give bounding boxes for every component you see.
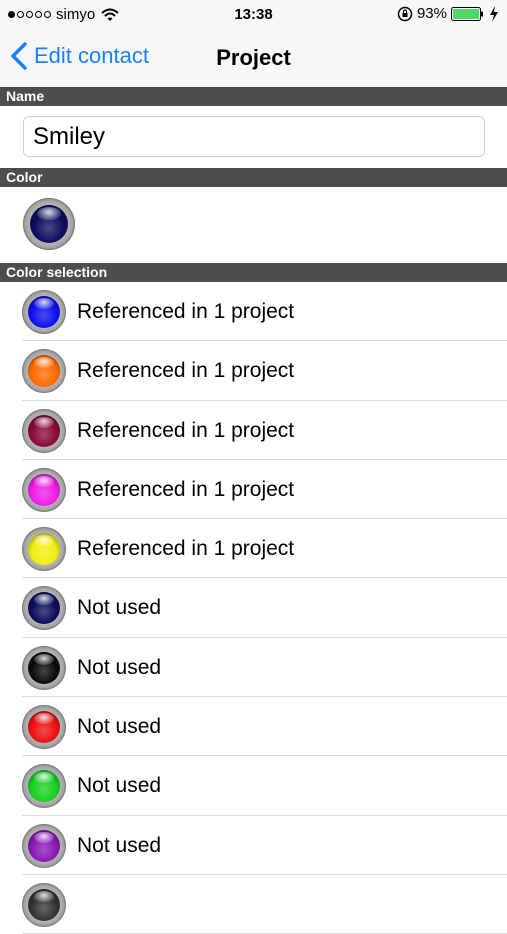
green-orb-icon <box>22 764 66 809</box>
orb-highlight <box>34 653 54 665</box>
color-option-label: Not used <box>77 596 162 620</box>
color-list: Referenced in 1 project Referenced in 1 p… <box>0 282 507 934</box>
orb-highlight <box>34 713 54 725</box>
rotation-lock-icon <box>397 6 413 21</box>
color-option-purple[interactable]: Not used <box>0 816 507 876</box>
color-option-label: Referenced in 1 project <box>77 477 295 501</box>
status-right: 93% <box>397 5 499 22</box>
magenta-orb-icon <box>22 467 66 512</box>
color-option-yellow[interactable]: Referenced in 1 project <box>0 519 507 579</box>
color-option-black[interactable]: Not used <box>0 638 507 698</box>
color-option-navy[interactable]: Not used <box>0 578 507 639</box>
partial-orb-icon <box>22 882 66 927</box>
color-option-label: Referenced in 1 project <box>77 300 295 323</box>
color-option-label: Not used <box>77 774 162 798</box>
purple-orb-icon <box>22 823 66 868</box>
color-option-maroon[interactable]: Referenced in 1 project <box>0 401 507 461</box>
color-option-label: Referenced in 1 project <box>77 418 295 442</box>
color-option-blue[interactable]: Referenced in 1 project <box>0 282 507 342</box>
page-title: Project <box>216 45 291 70</box>
orb-highlight <box>37 207 61 220</box>
navigation-bar: Edit contact Project <box>0 30 507 87</box>
orb-highlight <box>34 890 54 902</box>
color-option-label: Not used <box>77 715 162 739</box>
orb-highlight <box>34 475 54 487</box>
color-option-orange[interactable]: Referenced in 1 project <box>0 341 507 401</box>
status-bar: simyo 13:38 93% <box>0 0 507 30</box>
orb-highlight <box>34 831 54 843</box>
color-option-red[interactable]: Not used <box>0 697 507 757</box>
section-header-color: Color <box>0 168 507 187</box>
orb-highlight <box>34 416 54 428</box>
maroon-orb-icon <box>22 408 66 453</box>
charging-icon <box>490 5 498 22</box>
section-header-name: Name <box>0 87 507 106</box>
color-option-label: Not used <box>77 833 162 857</box>
orange-orb-icon <box>22 349 66 394</box>
color-option-magenta[interactable]: Referenced in 1 project <box>0 460 507 520</box>
color-option-green[interactable]: Not used <box>0 756 507 816</box>
section-header-color-selection: Color selection <box>0 263 507 282</box>
orb-highlight <box>34 298 54 309</box>
color-option-label: Referenced in 1 project <box>77 359 295 383</box>
navy-orb-icon <box>22 586 66 631</box>
current-color-orb[interactable] <box>23 198 75 250</box>
yellow-orb-icon <box>22 527 66 572</box>
color-option-label: Referenced in 1 project <box>77 537 295 561</box>
battery-percent: 93% <box>416 5 447 22</box>
name-input[interactable]: Smiley <box>23 116 485 157</box>
red-orb-icon <box>22 705 66 750</box>
color-option-partial[interactable] <box>0 875 507 934</box>
black-orb-icon <box>22 645 66 690</box>
color-option-label: Not used <box>77 655 162 679</box>
battery-icon <box>451 6 483 21</box>
blue-orb-icon <box>22 290 66 334</box>
